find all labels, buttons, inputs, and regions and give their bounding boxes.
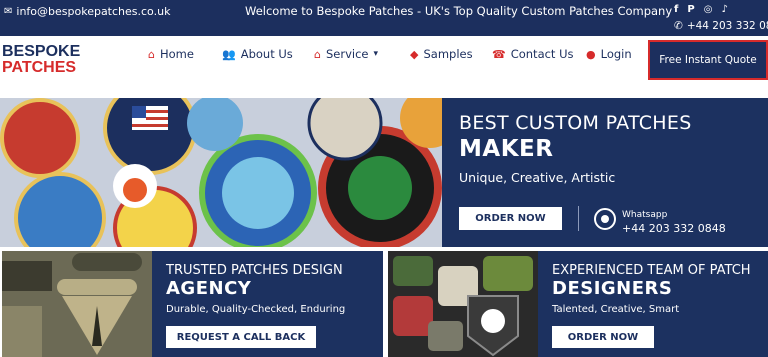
nav-service[interactable]: ⌂ Service ▾: [314, 47, 378, 61]
envelope-icon: ✉: [4, 6, 13, 17]
phone-ring-icon: ☎: [492, 47, 506, 61]
nav-contact-label: Contact Us: [510, 47, 574, 61]
social-icons: f P ◎ ♪: [674, 4, 728, 15]
hero-order-now-button[interactable]: ORDER NOW: [459, 207, 562, 230]
welcome-text: Welcome to Bespoke Patches - UK's Top Qu…: [245, 4, 673, 18]
tiktok-icon[interactable]: ♪: [721, 4, 727, 15]
hero-section: BEST CUSTOM PATCHES MAKER Unique, Creati…: [0, 98, 768, 247]
whatsapp-icon[interactable]: [594, 208, 616, 230]
designers-panel: EXPERIENCED TEAM OF PATCH DESIGNERS Tale…: [388, 251, 768, 357]
agency-heading-line-1: TRUSTED PATCHES DESIGN: [166, 263, 343, 278]
hero-divider: [578, 206, 579, 231]
email-text: info@bespokepatches.co.uk: [16, 5, 171, 18]
nav-home[interactable]: ⌂ Home: [148, 47, 194, 61]
tag-icon: ◆: [410, 47, 419, 61]
hero-panel: BEST CUSTOM PATCHES MAKER Unique, Creati…: [442, 98, 768, 247]
nav-about-label: About Us: [240, 47, 293, 61]
nav-home-label: Home: [159, 47, 194, 61]
nav-samples[interactable]: ◆ Samples: [410, 47, 473, 61]
user-icon: ●: [586, 47, 596, 61]
facebook-icon[interactable]: f: [674, 4, 678, 15]
home-icon: ⌂: [148, 47, 155, 61]
agency-heading-line-2: AGENCY: [166, 278, 252, 299]
instagram-icon[interactable]: ◎: [704, 4, 713, 15]
free-instant-quote-button[interactable]: Free Instant Quote: [648, 40, 768, 80]
pinterest-icon[interactable]: P: [687, 4, 694, 15]
request-call-back-button[interactable]: REQUEST A CALL BACK: [166, 326, 316, 348]
whatsapp-label: Whatsapp: [622, 210, 668, 220]
designers-content: EXPERIENCED TEAM OF PATCH DESIGNERS Tale…: [538, 251, 768, 357]
site-logo[interactable]: BESPOKE PATCHES: [2, 44, 80, 76]
phone-icon: ✆: [674, 20, 683, 32]
agency-tagline: Durable, Quality-Checked, Enduring: [166, 304, 346, 315]
designers-order-now-button[interactable]: ORDER NOW: [552, 326, 654, 348]
designers-heading-line-2: DESIGNERS: [552, 278, 673, 299]
agency-panel: TRUSTED PATCHES DESIGN AGENCY Durable, Q…: [2, 251, 383, 357]
logo-line-1: BESPOKE: [2, 43, 81, 60]
hero-title-line-2: MAKER: [459, 136, 554, 162]
main-nav: BESPOKE PATCHES ⌂ Home 👥 About Us ⌂ Serv…: [0, 36, 768, 98]
military-patches-image: [2, 251, 152, 357]
nav-samples-label: Samples: [423, 47, 473, 61]
designers-heading-line-1: EXPERIENCED TEAM OF PATCH: [552, 263, 751, 278]
agency-content: TRUSTED PATCHES DESIGN AGENCY Durable, Q…: [152, 251, 383, 357]
top-bar: ✉ info@bespokepatches.co.uk Welcome to B…: [0, 0, 768, 36]
nav-login[interactable]: ● Login: [586, 47, 632, 61]
service-icon: ⌂: [314, 47, 321, 61]
nav-login-label: Login: [600, 47, 632, 61]
hero-title-line-1: BEST CUSTOM PATCHES: [459, 112, 692, 134]
logo-line-2: PATCHES: [2, 59, 77, 76]
pvc-patches-image: [388, 251, 538, 357]
chevron-down-icon: ▾: [373, 49, 379, 59]
hero-subtitle: Unique, Creative, Artistic: [459, 170, 616, 185]
email-link[interactable]: ✉ info@bespokepatches.co.uk: [4, 5, 170, 18]
patches-collage-image: [0, 98, 442, 247]
phone-number: +44 203 332 0848: [686, 20, 768, 32]
nav-service-label: Service: [325, 47, 369, 61]
users-icon: 👥: [222, 47, 236, 61]
phone-link[interactable]: ✆ +44 203 332 0848: [674, 20, 768, 32]
nav-about-us[interactable]: 👥 About Us: [222, 47, 293, 61]
nav-contact-us[interactable]: ☎ Contact Us: [492, 47, 574, 61]
whatsapp-number[interactable]: +44 203 332 0848: [622, 222, 726, 235]
designers-tagline: Talented, Creative, Smart: [552, 304, 680, 315]
